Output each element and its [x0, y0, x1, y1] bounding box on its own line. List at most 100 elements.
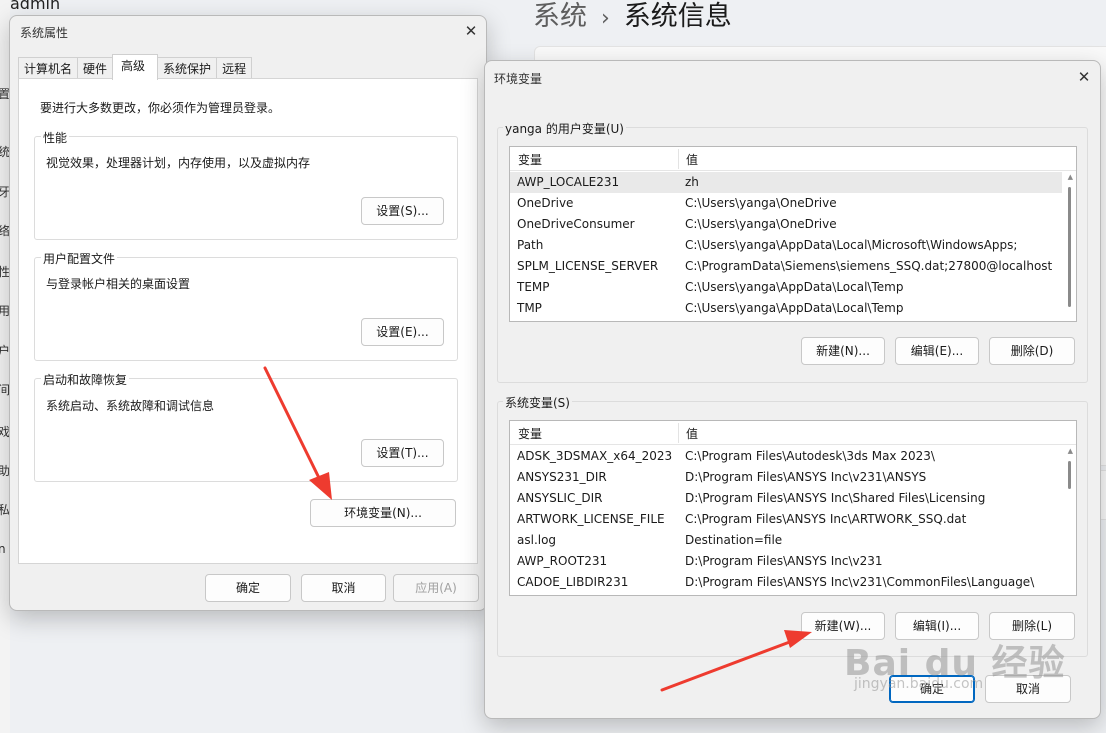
cancel-button[interactable]: 取消: [301, 574, 386, 602]
list-item[interactable]: SPLM_LICENSE_SERVER C:\ProgramData\Siemen…: [510, 256, 1062, 277]
list-item[interactable]: AWP_ROOT231 D:\Program Files\ANSYS Inc\v2…: [510, 551, 1062, 572]
var-name: ADSK_3DSMAX_x64_2023: [517, 449, 673, 463]
system-variables-list[interactable]: 变量 值 ADSK_3DSMAX_x64_2023 C:\Program File…: [509, 420, 1077, 596]
var-value: D:\Program Files\ANSYS Inc\v231\CommonFi…: [685, 575, 1035, 589]
scroll-up-icon[interactable]: ▲: [1068, 173, 1073, 181]
list-item[interactable]: OneDrive C:\Users\yanga\OneDrive: [510, 193, 1062, 214]
advanced-tab-panel: 要进行大多数更改，你必须作为管理员登录。 性能 视觉效果，处理器计划，内存使用，…: [18, 78, 478, 564]
system-properties-dialog: 系统属性 ✕ 计算机名 硬件 高级 系统保护 远程 要进行大多数更改，你必须作为…: [9, 15, 487, 611]
var-name: SPLM_LICENSE_SERVER: [517, 259, 659, 273]
var-value: C:\Program Files\Autodesk\3ds Max 2023\: [685, 449, 935, 463]
var-value: C:\Program Files\ANSYS Inc\ARTWORK_SSQ.d…: [685, 512, 967, 526]
scroll-thumb[interactable]: [1068, 187, 1071, 307]
list-item[interactable]: TMP C:\Users\yanga\AppData\Local\Temp: [510, 298, 1062, 319]
var-name: asl.log: [517, 533, 557, 547]
tab-advanced[interactable]: 高级: [112, 54, 159, 80]
startup-recovery-label: 启动和故障恢复: [41, 371, 130, 388]
close-icon[interactable]: ✕: [462, 22, 480, 40]
ok-button[interactable]: 确定: [205, 574, 291, 602]
var-name: Path: [517, 238, 544, 252]
user-profile-label: 用户配置文件: [41, 250, 118, 267]
user-profile-desc: 与登录帐户相关的桌面设置: [46, 277, 191, 291]
var-name: TEMP: [517, 280, 550, 294]
breadcrumb-current: 系统信息: [623, 1, 732, 32]
list-item[interactable]: OneDriveConsumer C:\Users\yanga\OneDrive: [510, 214, 1062, 235]
list-item[interactable]: ANSYS231_DIR D:\Program Files\ANSYS Inc\v…: [510, 467, 1062, 488]
var-name: CADOE_LIBDIR231: [517, 575, 629, 589]
startup-recovery-desc: 系统启动、系统故障和调试信息: [46, 399, 215, 413]
var-value: Destination=file: [685, 533, 783, 547]
list-item[interactable]: CADOE_LIBDIR231 D:\Program Files\ANSYS In…: [510, 572, 1062, 593]
list-item[interactable]: ANSYSLIC_DIR D:\Program Files\ANSYS Inc\S…: [510, 488, 1062, 509]
column-separator: [678, 423, 679, 443]
list-header: 变量 值: [510, 147, 1076, 171]
system-edit-button[interactable]: 编辑(I)...: [895, 612, 979, 640]
tab-strip: 计算机名 硬件 高级 系统保护 远程: [18, 54, 253, 80]
close-icon[interactable]: ✕: [1075, 68, 1093, 86]
breadcrumb-parent[interactable]: 系统: [533, 1, 587, 32]
var-name: AWP_ROOT231: [517, 554, 608, 568]
var-name: AWP_LOCALE231: [517, 175, 620, 189]
var-name: TMP: [517, 301, 542, 315]
user-new-button[interactable]: 新建(N)...: [801, 337, 885, 365]
list-item[interactable]: ARTWORK_LICENSE_FILE C:\Program Files\ANS…: [510, 509, 1062, 530]
environment-variables-button[interactable]: 环境变量(N)...: [310, 499, 456, 527]
title-bar[interactable]: 系统属性 ✕: [10, 16, 486, 46]
system-variables-label: 系统变量(S): [503, 394, 572, 411]
var-value: C:\Users\yanga\AppData\Local\Temp: [685, 301, 904, 315]
system-new-button[interactable]: 新建(W)...: [801, 612, 885, 640]
column-separator: [678, 149, 679, 169]
admin-notice: 要进行大多数更改，你必须作为管理员登录。: [40, 101, 281, 115]
user-profile-group: 用户配置文件 与登录帐户相关的桌面设置 设置(E)...: [34, 250, 458, 361]
column-header-value[interactable]: 值: [686, 425, 698, 442]
tab-computer-name[interactable]: 计算机名: [18, 57, 79, 80]
column-header-value[interactable]: 值: [686, 151, 698, 168]
user-variables-list[interactable]: 变量 值 AWP_LOCALE231 zh OneDrive C:\Users\ya…: [509, 146, 1077, 322]
ok-button[interactable]: 确定: [889, 675, 975, 703]
breadcrumb-separator: ›: [601, 6, 610, 31]
performance-settings-button[interactable]: 设置(S)...: [361, 197, 444, 225]
scroll-up-icon[interactable]: ▲: [1068, 447, 1073, 455]
column-header-variable[interactable]: 变量: [518, 425, 542, 442]
startup-recovery-group: 启动和故障恢复 系统启动、系统故障和调试信息 设置(T)...: [34, 371, 458, 482]
list-item[interactable]: TEMP C:\Users\yanga\AppData\Local\Temp: [510, 277, 1062, 298]
var-name: OneDrive: [517, 196, 574, 210]
var-value: C:\Users\yanga\AppData\Local\Microsoft\W…: [685, 238, 1018, 252]
sidebar-item-fragment[interactable]: n: [0, 542, 6, 556]
list-item[interactable]: asl.log Destination=file: [510, 530, 1062, 551]
performance-desc: 视觉效果，处理器计划，内存使用，以及虚拟内存: [46, 156, 311, 170]
user-profile-settings-button[interactable]: 设置(E)...: [361, 318, 444, 346]
user-delete-button[interactable]: 删除(D): [989, 337, 1075, 365]
tab-remote[interactable]: 远程: [216, 57, 253, 80]
apply-button[interactable]: 应用(A): [393, 574, 479, 602]
title-bar[interactable]: 环境变量 ✕: [485, 61, 1100, 91]
var-value: C:\ProgramData\Siemens\siemens_SSQ.dat;2…: [685, 259, 1053, 273]
dialog-title: 系统属性: [20, 26, 69, 40]
tab-system-protection[interactable]: 系统保护: [157, 57, 218, 80]
list-item[interactable]: Path C:\Users\yanga\AppData\Local\Microso…: [510, 235, 1062, 256]
performance-group: 性能 视觉效果，处理器计划，内存使用，以及虚拟内存 设置(S)...: [34, 129, 458, 240]
system-list-scrollbar[interactable]: ▲: [1064, 445, 1074, 595]
dialog-title: 环境变量: [494, 72, 543, 86]
system-delete-button[interactable]: 删除(L): [989, 612, 1075, 640]
column-header-variable[interactable]: 变量: [518, 151, 542, 168]
startup-settings-button[interactable]: 设置(T)...: [361, 439, 444, 467]
tab-hardware[interactable]: 硬件: [77, 57, 114, 80]
var-name: ANSYSLIC_DIR: [517, 491, 603, 505]
var-value: D:\Program Files\ANSYS Inc\v231: [685, 554, 883, 568]
var-name: OneDriveConsumer: [517, 217, 635, 231]
user-variables-label: yanga 的用户变量(U): [503, 120, 626, 137]
var-value: C:\Users\yanga\AppData\Local\Temp: [685, 280, 904, 294]
user-edit-button[interactable]: 编辑(E)...: [895, 337, 979, 365]
var-name: ANSYS231_DIR: [517, 470, 607, 484]
var-value: C:\Users\yanga\OneDrive: [685, 217, 837, 231]
scroll-thumb[interactable]: [1068, 461, 1071, 489]
user-list-scrollbar[interactable]: ▲: [1064, 171, 1074, 321]
settings-breadcrumb: 系统 › 系统信息: [533, 0, 732, 33]
settings-account-name: admin: [10, 0, 61, 13]
list-item[interactable]: AWP_LOCALE231 zh: [510, 172, 1062, 193]
cancel-button[interactable]: 取消: [985, 675, 1071, 703]
list-item[interactable]: ADSK_3DSMAX_x64_2023 C:\Program Files\Aut…: [510, 446, 1062, 467]
list-header: 变量 值: [510, 421, 1076, 445]
var-value: C:\Users\yanga\OneDrive: [685, 196, 837, 210]
